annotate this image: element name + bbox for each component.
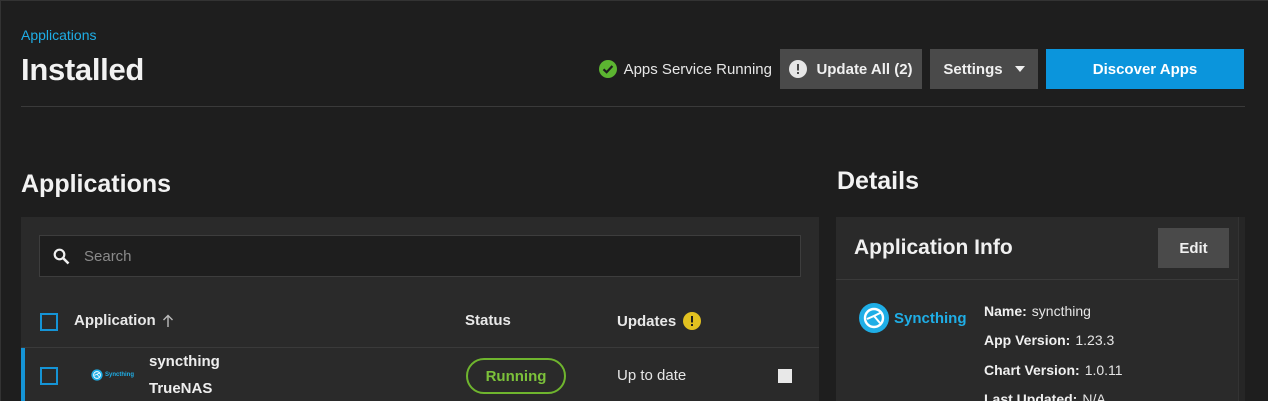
info-name: Name: syncthing bbox=[984, 303, 1091, 319]
app-train: TrueNAS bbox=[149, 380, 213, 397]
info-divider bbox=[836, 279, 1238, 280]
column-status: Status bbox=[465, 312, 511, 329]
status-badge: Running bbox=[466, 358, 566, 394]
header-actions: Apps Service Running Update All (2) Sett… bbox=[598, 49, 1244, 89]
header-divider bbox=[21, 106, 1245, 107]
details-scrollbar[interactable] bbox=[1238, 217, 1245, 401]
info-app-version: App Version: 1.23.3 bbox=[984, 332, 1114, 348]
info-name-value: syncthing bbox=[1031, 303, 1091, 319]
info-app-version-label: App Version: bbox=[984, 332, 1071, 348]
application-info-title: Application Info bbox=[854, 236, 1013, 259]
info-last-updated-value: N/A bbox=[1082, 391, 1106, 401]
page-title: Installed bbox=[21, 52, 145, 87]
column-application-label: Application bbox=[74, 312, 156, 329]
info-last-updated-label: Last Updated: bbox=[984, 391, 1078, 401]
info-app-version-value: 1.23.3 bbox=[1075, 332, 1115, 348]
row-checkbox[interactable] bbox=[40, 367, 58, 385]
info-last-updated: Last Updated: N/A bbox=[984, 391, 1106, 401]
syncthing-logo-icon bbox=[91, 369, 103, 381]
selected-row-indicator bbox=[21, 348, 25, 401]
table-row[interactable]: Syncthing syncthing TrueNAS Running Up t… bbox=[21, 348, 819, 401]
settings-label: Settings bbox=[943, 60, 1003, 78]
stop-icon[interactable] bbox=[778, 369, 792, 383]
syncthing-logo-icon bbox=[859, 303, 889, 333]
check-circle-icon bbox=[598, 60, 617, 78]
breadcrumb-applications[interactable]: Applications bbox=[21, 27, 97, 43]
app-update-status: Up to date bbox=[617, 367, 687, 384]
column-application[interactable]: Application bbox=[74, 312, 174, 329]
application-info-card: Application Info Edit Syncthing Name: syn… bbox=[836, 217, 1238, 401]
applications-card: Application Status Updates Syncthing bbox=[21, 217, 819, 401]
update-all-button[interactable]: Update All (2) bbox=[780, 49, 922, 89]
app-logo: Syncthing bbox=[91, 368, 137, 382]
search-box bbox=[39, 235, 801, 277]
column-updates: Updates bbox=[617, 312, 702, 330]
settings-dropdown-button[interactable]: Settings bbox=[930, 49, 1038, 89]
apps-service-status: Apps Service Running bbox=[598, 60, 772, 78]
app-logo-text: Syncthing bbox=[105, 372, 135, 378]
info-chart-version-label: Chart Version: bbox=[984, 362, 1080, 378]
details-section-title: Details bbox=[837, 167, 919, 195]
info-chart-version-value: 1.0.11 bbox=[1084, 362, 1123, 378]
table-header: Application Status Updates bbox=[21, 295, 819, 348]
caret-down-icon bbox=[1014, 66, 1025, 72]
search-icon bbox=[53, 248, 70, 264]
update-all-label: Update All (2) bbox=[816, 60, 913, 78]
alert-circle-icon bbox=[789, 60, 808, 78]
sort-arrow-up-icon bbox=[162, 314, 173, 327]
info-chart-version: Chart Version: 1.0.11 bbox=[984, 362, 1123, 378]
warning-circle-icon bbox=[683, 312, 702, 330]
app-name: syncthing bbox=[149, 353, 220, 370]
column-updates-label: Updates bbox=[617, 312, 677, 330]
edit-button[interactable]: Edit bbox=[1158, 228, 1229, 268]
applications-section-title: Applications bbox=[21, 170, 172, 198]
info-name-label: Name: bbox=[984, 303, 1027, 319]
details-logo-text: Syncthing bbox=[894, 309, 967, 327]
top-border bbox=[1, 0, 1268, 1]
apps-service-status-label: Apps Service Running bbox=[623, 60, 772, 78]
details-app-logo: Syncthing bbox=[858, 302, 967, 334]
discover-apps-button[interactable]: Discover Apps bbox=[1046, 49, 1244, 89]
search-input[interactable] bbox=[84, 247, 764, 265]
select-all-checkbox[interactable] bbox=[40, 313, 58, 331]
